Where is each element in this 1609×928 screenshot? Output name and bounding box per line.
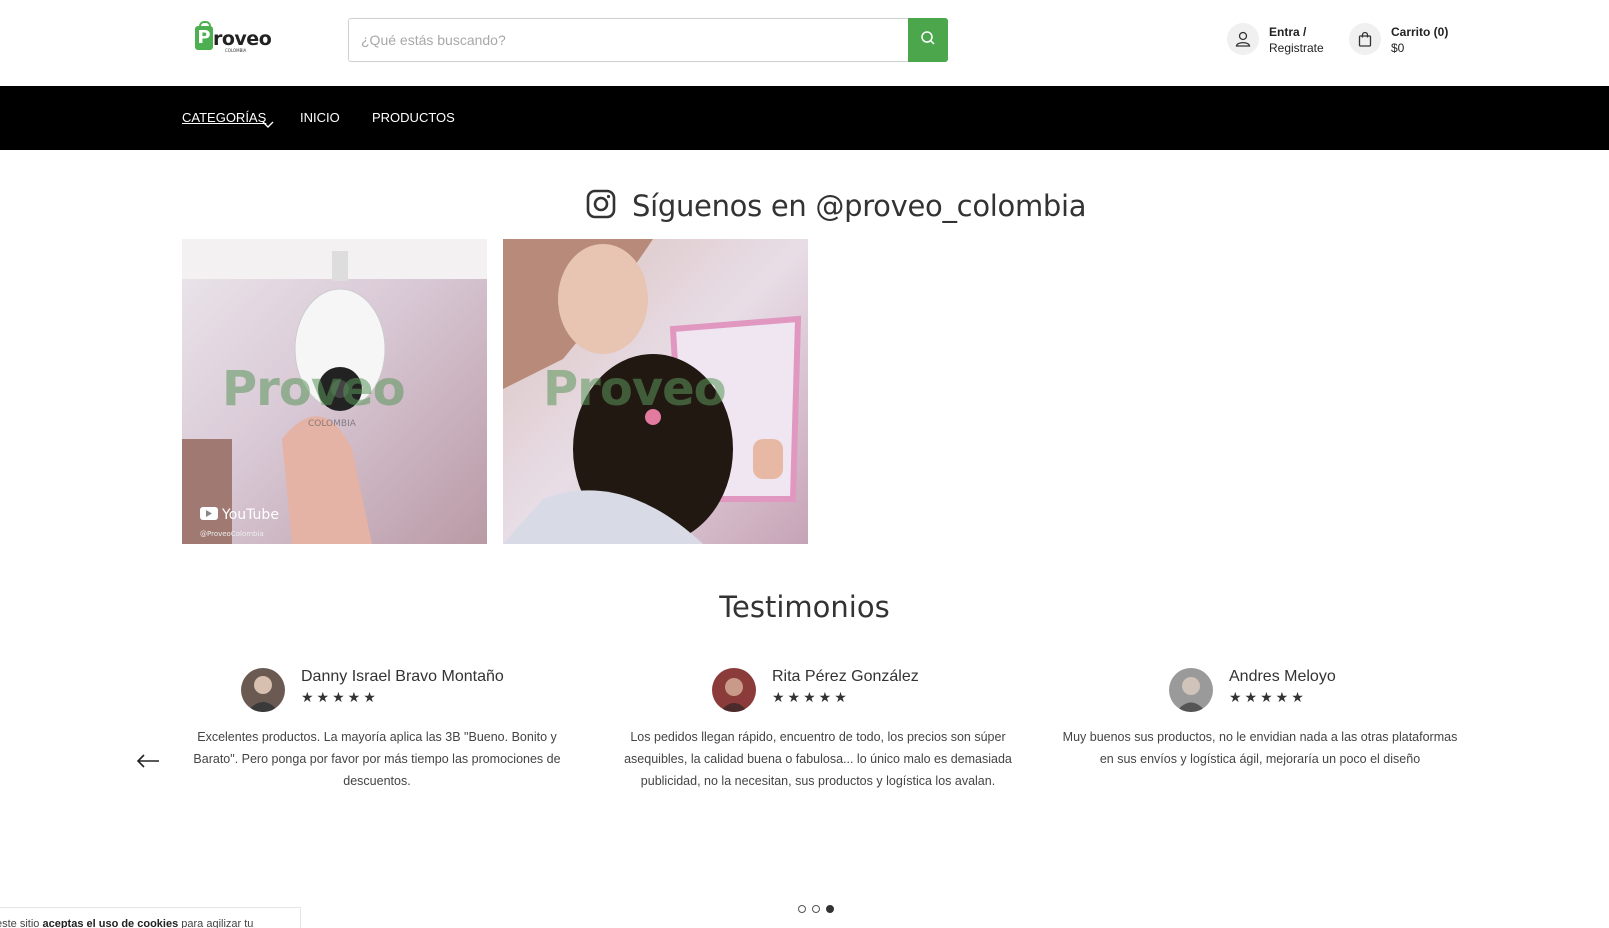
post-handle: @ProveoColombia [200, 530, 264, 538]
testimonial-author: Danny Israel Bravo Montaño [301, 668, 504, 685]
avatar [241, 668, 285, 712]
carousel-pagination [798, 905, 834, 913]
avatar [712, 668, 756, 712]
search-button[interactable] [908, 18, 948, 62]
register-label: Registrate [1269, 41, 1324, 55]
nav-home[interactable]: INICIO [300, 110, 340, 125]
post-watermark: Proveo [543, 361, 727, 417]
carousel-dot-2[interactable] [812, 905, 820, 913]
cookie-banner: este sitio aceptas el uso de cookies par… [0, 907, 301, 928]
site-header: P roveo COLOMBIA Entra / Registrate Carr… [0, 0, 1609, 86]
instagram-post[interactable]: YouTube @ProveoColombia Proveo COLOMBIA [182, 239, 487, 544]
search-icon [920, 30, 936, 50]
user-icon [1227, 23, 1259, 55]
cookie-text-bold: aceptas el uso de cookies [42, 918, 179, 928]
instagram-heading: Síguenos en @proveo_colombia [586, 186, 1087, 226]
logo-mark: P [195, 21, 213, 50]
nav-categories[interactable]: CATEGORÍAS [182, 110, 266, 125]
search-input[interactable] [349, 19, 909, 61]
cookie-text-prefix: este sitio [0, 918, 43, 928]
youtube-badge: YouTube [221, 507, 279, 523]
carousel-dot-3[interactable] [826, 905, 834, 913]
star-rating: ★★★★★ [772, 690, 850, 706]
post-watermark-sub: COLOMBIA [308, 419, 356, 429]
main-nav: CATEGORÍAS INICIO PRODUCTOS [0, 86, 1609, 150]
login-label: Entra / [1269, 25, 1307, 39]
cart-total: $0 [1391, 41, 1405, 55]
nav-products[interactable]: PRODUCTOS [372, 110, 455, 125]
logo-text: roveo [213, 28, 272, 50]
cookie-text-suffix: para agilizar tu [178, 918, 254, 928]
cart-count: Carrito (0) [1391, 25, 1449, 39]
chevron-down-icon[interactable] [262, 114, 274, 133]
search-bar [348, 18, 948, 62]
instagram-icon[interactable] [586, 189, 616, 223]
arrow-left-icon[interactable] [136, 753, 160, 772]
testimonials-title: Testimonios [719, 590, 890, 624]
testimonial-author: Rita Pérez González [772, 668, 919, 685]
avatar [1169, 668, 1213, 712]
testimonial-author: Andres Meloyo [1229, 668, 1336, 685]
carousel-dot-1[interactable] [798, 905, 806, 913]
star-rating: ★★★★★ [1229, 690, 1307, 706]
testimonial-text: Los pedidos llegan rápido, encuentro de … [624, 730, 1012, 788]
bag-icon [1349, 23, 1381, 55]
testimonial-text: Muy buenos sus productos, no le envidian… [1062, 730, 1458, 766]
logo-subtext: COLOMBIA [225, 48, 247, 53]
instagram-post[interactable]: Proveo [503, 239, 808, 544]
proveo-logo[interactable]: P roveo COLOMBIA [195, 21, 272, 54]
star-rating: ★★★★★ [301, 690, 379, 706]
instagram-title[interactable]: Síguenos en @proveo_colombia [632, 189, 1087, 223]
testimonial-text: Excelentes productos. La mayoría aplica … [193, 730, 561, 788]
post-watermark: Proveo [222, 361, 406, 417]
